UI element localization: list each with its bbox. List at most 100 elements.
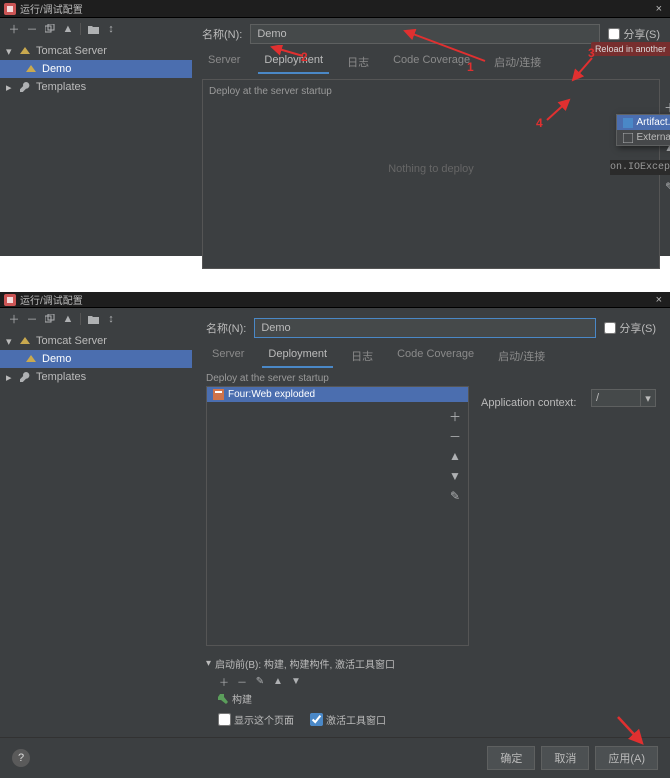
artifact-row[interactable]: Four:Web exploded bbox=[207, 387, 468, 402]
down-artifact-icon[interactable]: ▼ bbox=[448, 469, 462, 483]
tree-label: Templates bbox=[36, 371, 86, 383]
tree-templates[interactable]: ▸ Templates bbox=[0, 78, 192, 96]
left-panel: ＋ － ▲ ↕ ▾ Tomcat Server Demo bbox=[0, 308, 192, 737]
left-panel: ＋ － ▲ ↕ ▾ Tomcat Server Demo bbox=[0, 18, 192, 256]
share-checkbox[interactable]: 分享(S) bbox=[604, 320, 656, 336]
hammer-icon bbox=[218, 694, 228, 704]
name-input[interactable] bbox=[254, 318, 596, 338]
window-title: 运行/调试配置 bbox=[20, 292, 652, 307]
add-icon[interactable]: ＋ bbox=[8, 313, 20, 325]
bottom-dialog: 运行/调试配置 × ＋ － ▲ ↕ ▾ Tomcat Server bbox=[0, 292, 670, 763]
remove-artifact-icon[interactable]: － bbox=[448, 429, 462, 443]
edit-icon[interactable]: ✎ bbox=[254, 675, 266, 687]
up-icon[interactable]: ▲ bbox=[272, 675, 284, 687]
callout-4: 4 bbox=[536, 116, 543, 130]
tab-deployment[interactable]: Deployment bbox=[262, 344, 333, 368]
tab-logs[interactable]: 日志 bbox=[341, 50, 375, 74]
before-launch-section: ▾ 启动前(B): 构建, 构建构件, 激活工具窗口 ＋ － ✎ ▲ ▼ 构建 … bbox=[206, 656, 656, 727]
deploy-panel: Deploy at the server startup Nothing to … bbox=[202, 79, 660, 269]
help-button[interactable]: ? bbox=[12, 749, 30, 767]
name-input[interactable] bbox=[250, 24, 600, 44]
tab-codecoverage[interactable]: Code Coverage bbox=[391, 344, 480, 368]
code-hint: on.IOExcep bbox=[610, 160, 670, 175]
config-toolbar: ＋ － ▲ ↕ bbox=[0, 308, 192, 330]
name-label: 名称(N): bbox=[202, 26, 242, 42]
popup-external[interactable]: External Source... bbox=[617, 130, 670, 145]
tab-startup[interactable]: 启动/连接 bbox=[492, 344, 551, 368]
wand-icon[interactable]: ↕ bbox=[105, 313, 117, 325]
tab-startup[interactable]: 启动/连接 bbox=[488, 50, 547, 74]
copy-icon[interactable] bbox=[44, 23, 56, 35]
tab-codecoverage[interactable]: Code Coverage bbox=[387, 50, 476, 74]
before-launch-header: 启动前(B): 构建, 构建构件, 激活工具窗口 bbox=[215, 656, 395, 671]
tree-demo[interactable]: Demo bbox=[0, 60, 192, 78]
down-icon[interactable]: ▼ bbox=[290, 675, 302, 687]
app-icon bbox=[4, 294, 16, 306]
close-icon[interactable]: × bbox=[652, 294, 666, 306]
up-icon[interactable]: ▲ bbox=[62, 23, 74, 35]
config-tree: ▾ Tomcat Server Demo ▸ Templates bbox=[0, 330, 192, 388]
chevron-down-icon[interactable]: ▾ bbox=[641, 389, 656, 407]
war-icon bbox=[213, 389, 224, 400]
folder-icon[interactable] bbox=[87, 23, 99, 35]
remove-icon[interactable]: － bbox=[236, 675, 248, 687]
add-artifact-icon[interactable]: ＋ bbox=[448, 409, 462, 423]
deploy-caption: Deploy at the server startup bbox=[209, 86, 653, 97]
window-title: 运行/调试配置 bbox=[20, 1, 652, 16]
tomcat-icon bbox=[18, 335, 32, 347]
tomcat-icon bbox=[24, 353, 38, 365]
remove-icon[interactable]: － bbox=[26, 23, 38, 35]
config-toolbar: ＋ － ▲ ↕ bbox=[0, 18, 192, 40]
tab-server[interactable]: Server bbox=[202, 50, 246, 74]
tree-label: Tomcat Server bbox=[36, 335, 107, 347]
cancel-button[interactable]: 取消 bbox=[541, 746, 589, 770]
edit-artifact-icon[interactable]: ✎ bbox=[448, 489, 462, 503]
tab-deployment[interactable]: Deployment bbox=[258, 50, 329, 74]
tabs: Server Deployment 日志 Code Coverage 启动/连接 bbox=[206, 344, 656, 369]
callout-3: 3 bbox=[588, 46, 595, 60]
check-activate-tool[interactable]: 激活工具窗口 bbox=[310, 712, 386, 727]
tomcat-icon bbox=[24, 63, 38, 75]
add-icon[interactable]: ＋ bbox=[218, 675, 230, 687]
artifact-list: Four:Web exploded ＋ － ▲ ▼ ✎ bbox=[206, 386, 469, 646]
close-icon[interactable]: × bbox=[652, 3, 666, 15]
chevron-down-icon[interactable]: ▾ bbox=[206, 658, 211, 669]
folder-icon[interactable] bbox=[87, 313, 99, 325]
separator bbox=[80, 313, 81, 325]
tree-tomcat[interactable]: ▾ Tomcat Server bbox=[0, 42, 192, 60]
up-artifact-icon[interactable]: ▲ bbox=[448, 449, 462, 463]
apply-button[interactable]: 应用(A) bbox=[595, 746, 658, 770]
tab-logs[interactable]: 日志 bbox=[345, 344, 379, 368]
bl-build-label: 构建 bbox=[232, 691, 252, 706]
bl-build-item[interactable]: 构建 bbox=[206, 691, 656, 706]
callout-1: 1 bbox=[467, 60, 474, 74]
reload-notice[interactable]: Reload in another bbox=[591, 42, 670, 56]
share-checkbox[interactable]: 分享(S) bbox=[608, 26, 660, 42]
ok-button[interactable]: 确定 bbox=[487, 746, 535, 770]
chevron-right-icon: ▸ bbox=[6, 81, 14, 94]
tree-tomcat[interactable]: ▾ Tomcat Server bbox=[0, 332, 192, 350]
up-icon[interactable]: ▲ bbox=[62, 313, 74, 325]
add-icon[interactable]: ＋ bbox=[8, 23, 20, 35]
tab-server[interactable]: Server bbox=[206, 344, 250, 368]
tree-label: Demo bbox=[42, 353, 71, 365]
remove-icon[interactable]: － bbox=[26, 313, 38, 325]
titlebar: 运行/调试配置 × bbox=[0, 292, 670, 308]
tree-templates[interactable]: ▸ Templates bbox=[0, 368, 192, 386]
context-input[interactable] bbox=[591, 389, 641, 407]
check-show-page[interactable]: 显示这个页面 bbox=[218, 712, 294, 727]
copy-icon[interactable] bbox=[44, 313, 56, 325]
external-icon bbox=[623, 133, 633, 143]
tree-demo[interactable]: Demo bbox=[0, 350, 192, 368]
separator bbox=[80, 23, 81, 35]
add-artifact-icon[interactable]: ＋ bbox=[663, 100, 670, 114]
context-label: Application context: bbox=[481, 397, 576, 409]
wrench-icon bbox=[18, 371, 32, 383]
deploy-caption: Deploy at the server startup bbox=[206, 373, 469, 384]
wand-icon[interactable]: ↕ bbox=[105, 23, 117, 35]
deploy-empty: Nothing to deploy bbox=[209, 99, 653, 239]
tree-label: Templates bbox=[36, 81, 86, 93]
edit-artifact-icon[interactable]: ✎ bbox=[663, 180, 670, 194]
popup-artifact[interactable]: Artifact... bbox=[617, 115, 670, 130]
chevron-right-icon: ▸ bbox=[6, 371, 14, 384]
